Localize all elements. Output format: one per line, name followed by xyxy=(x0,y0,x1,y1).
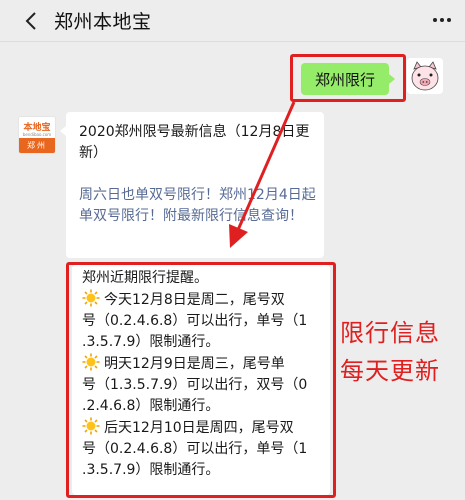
annotation-line-1: 限行信息 xyxy=(340,319,440,347)
day-3-line-1: 后天12月10日是周四，尾号双 xyxy=(82,417,324,439)
sun-emoji-icon xyxy=(82,289,100,307)
sun-emoji-icon xyxy=(82,417,100,435)
user-message-bubble[interactable]: 郑州限行 xyxy=(301,63,395,95)
article-card[interactable]: 2020郑州限号最新信息（12月8日更新） 周六日也单双号限行！郑州12月4日起… xyxy=(60,112,324,258)
top-bar: 郑州本地宝 xyxy=(0,0,465,42)
user-message-text: 郑州限行 xyxy=(314,70,375,89)
day-1-line-3: .3.5.7.9）限制通行。 xyxy=(82,334,220,350)
article-title: 2020郑州限号最新信息（12月8日更新） xyxy=(79,124,310,161)
back-arrow-icon[interactable] xyxy=(20,9,44,33)
day-1-line-2: 号（0.2.4.6.8）可以出行，单号（1 xyxy=(82,313,308,329)
pig-avatar-icon xyxy=(407,58,443,94)
reply-message-bubble: 郑州近期限行提醒。 今天12月8日是周二，尾号双 号（0.2.4.6.8）可以出… xyxy=(72,265,330,495)
day-3-line-3: .3.5.7.9）限制通行。 xyxy=(82,462,220,478)
user-avatar[interactable] xyxy=(407,58,443,94)
day-3-line-2: 号（0.2.4.6.8）可以出行，单号（1 xyxy=(82,441,308,457)
more-dots-icon[interactable] xyxy=(431,16,453,24)
day-2-line-1: 明天12月9日是周三，尾号单 xyxy=(82,353,324,375)
annotation-line-2: 每天更新 xyxy=(340,357,440,385)
day-1-line-1: 今天12月8日是周二，尾号双 xyxy=(82,289,324,311)
avatar-city-text: 郑州 xyxy=(19,138,55,153)
day-2-text-1: 明天12月9日是周三，尾号单 xyxy=(104,356,285,372)
article-link[interactable]: 周六日也单双号限行！郑州12月4日起单双号限行！附最新限行信息查询！ xyxy=(79,185,317,227)
bendibao-avatar[interactable]: 本地宝 bendibao.com 郑州 xyxy=(18,116,56,154)
reply-intro: 郑州近期限行提醒。 xyxy=(82,270,208,286)
sun-emoji-icon xyxy=(82,353,100,371)
reply-highlight: 郑州近期限行提醒。 今天12月8日是周二，尾号双 号（0.2.4.6.8）可以出… xyxy=(66,262,336,498)
day-2-line-3: .2.4.6.8）限制通行。 xyxy=(82,398,220,414)
day-1-text-1: 今天12月8日是周二，尾号双 xyxy=(104,292,285,308)
user-message-highlight: 郑州限行 xyxy=(290,54,406,102)
day-3-text-1: 后天12月10日是周四，尾号双 xyxy=(104,420,294,436)
avatar-site-text: bendibao.com xyxy=(22,132,52,137)
chat-title: 郑州本地宝 xyxy=(54,11,152,33)
update-annotation: 限行信息 每天更新 xyxy=(340,314,440,390)
day-2-line-2: 号（1.3.5.7.9）可以出行，双号（0 xyxy=(82,377,308,393)
